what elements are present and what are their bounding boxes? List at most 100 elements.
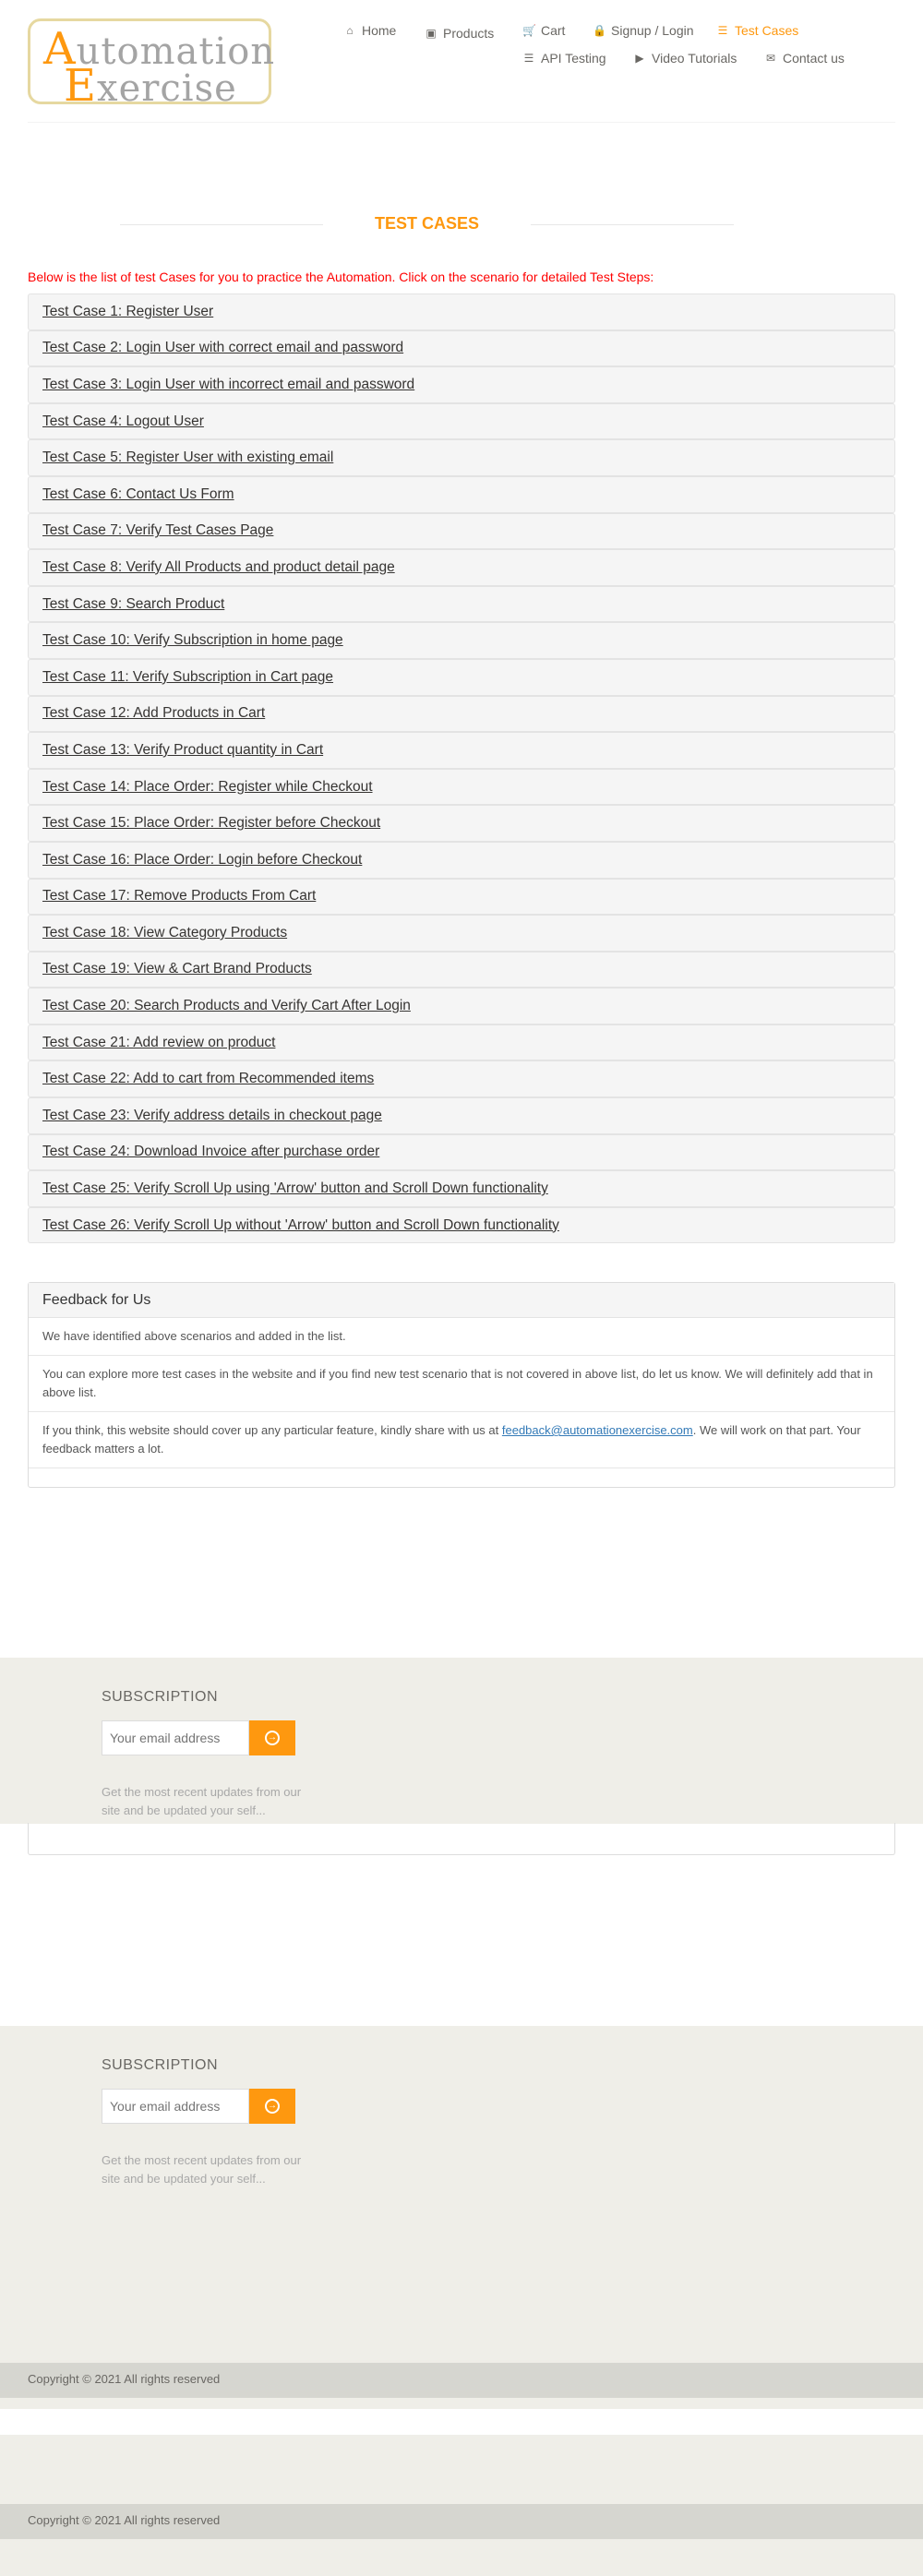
- test-case-item[interactable]: Test Case 26: Verify Scroll Up without '…: [28, 1206, 895, 1244]
- test-case-link[interactable]: Test Case 6: Contact Us Form: [42, 486, 234, 503]
- copyright-bar: Copyright © 2021 All rights reserved: [0, 2363, 923, 2398]
- test-case-link[interactable]: Test Case 13: Verify Product quantity in…: [42, 742, 323, 759]
- nav-video-tutorials[interactable]: ▶ Video Tutorials: [633, 51, 737, 66]
- list-icon: ☰: [523, 52, 534, 65]
- nav-cart[interactable]: 🛒 Cart: [522, 23, 565, 38]
- test-case-item[interactable]: Test Case 20: Search Products and Verify…: [28, 988, 895, 1024]
- test-case-item[interactable]: Test Case 13: Verify Product quantity in…: [28, 732, 895, 769]
- test-case-item[interactable]: Test Case 15: Place Order: Register befo…: [28, 805, 895, 842]
- feedback-email-link[interactable]: feedback@automationexercise.com: [502, 1423, 693, 1437]
- test-case-link[interactable]: Test Case 26: Verify Scroll Up without '…: [42, 1217, 559, 1234]
- test-case-link[interactable]: Test Case 4: Logout User: [42, 413, 204, 430]
- nav-api-testing-label: API Testing: [541, 51, 606, 66]
- copyright-text: Copyright © 2021 All rights reserved: [28, 2513, 221, 2527]
- test-case-link[interactable]: Test Case 24: Download Invoice after pur…: [42, 1144, 379, 1160]
- nav-video-tutorials-label: Video Tutorials: [652, 51, 737, 66]
- nav-api-testing[interactable]: ☰ API Testing: [522, 51, 606, 66]
- footer-widget-2: SUBSCRIPTION → Get the most recent updat…: [0, 2026, 923, 2363]
- test-case-item[interactable]: Test Case 12: Add Products in Cart: [28, 695, 895, 733]
- test-case-item[interactable]: Test Case 17: Remove Products From Cart: [28, 878, 895, 916]
- test-case-item[interactable]: Test Case 8: Verify All Products and pro…: [28, 549, 895, 586]
- test-case-item[interactable]: Test Case 10: Verify Subscription in hom…: [28, 622, 895, 659]
- test-case-item[interactable]: Test Case 25: Verify Scroll Up using 'Ar…: [28, 1170, 895, 1207]
- subscribe-button[interactable]: →: [249, 1720, 295, 1755]
- home-icon: ⌂: [346, 24, 354, 37]
- envelope-icon: ✉: [765, 52, 776, 65]
- test-case-item[interactable]: Test Case 23: Verify address details in …: [28, 1097, 895, 1134]
- test-case-item[interactable]: Test Case 2: Login User with correct ema…: [28, 329, 895, 367]
- test-case-link[interactable]: Test Case 18: View Category Products: [42, 925, 287, 941]
- test-case-link[interactable]: Test Case 22: Add to cart from Recommend…: [42, 1071, 374, 1087]
- nav-home-label: Home: [362, 23, 397, 38]
- test-case-item[interactable]: Test Case 18: View Category Products: [28, 915, 895, 952]
- test-case-item[interactable]: Test Case 24: Download Invoice after pur…: [28, 1133, 895, 1171]
- lock-icon: 🔒: [593, 24, 606, 37]
- test-case-item[interactable]: Test Case 7: Verify Test Cases Page: [28, 512, 895, 550]
- test-case-link[interactable]: Test Case 8: Verify All Products and pro…: [42, 559, 395, 576]
- test-case-link[interactable]: Test Case 25: Verify Scroll Up using 'Ar…: [42, 1180, 548, 1197]
- nav-contact-us[interactable]: ✉ Contact us: [764, 51, 845, 66]
- feedback-item: We have identified above scenarios and a…: [29, 1318, 894, 1356]
- test-case-item[interactable]: Test Case 1: Register User: [28, 294, 895, 330]
- copyright-bar: Copyright © 2021 All rights reserved: [0, 2504, 923, 2539]
- nav-signup-login[interactable]: 🔒 Signup / Login: [593, 23, 694, 38]
- test-case-link[interactable]: Test Case 21: Add review on product: [42, 1035, 275, 1051]
- subscription-email-input[interactable]: [102, 1720, 249, 1755]
- test-case-link[interactable]: Test Case 1: Register User: [42, 304, 213, 320]
- test-case-link[interactable]: Test Case 7: Verify Test Cases Page: [42, 522, 273, 539]
- subscription-title: SUBSCRIPTION: [102, 1689, 219, 1705]
- nav-test-cases[interactable]: ☰ Test Cases: [716, 23, 799, 38]
- test-case-item[interactable]: Test Case 16: Place Order: Login before …: [28, 841, 895, 879]
- feedback-item: You can explore more test cases in the w…: [29, 1356, 894, 1412]
- test-case-link[interactable]: Test Case 19: View & Cart Brand Products: [42, 961, 312, 977]
- feedback-panel: Feedback for Us We have identified above…: [28, 1282, 895, 1488]
- arrow-circle-right-icon: →: [265, 1731, 280, 1745]
- subscription-description: Get the most recent updates from our sit…: [102, 1785, 302, 1817]
- ghost-panel-bottom: [28, 1823, 895, 1855]
- list-icon: ☰: [717, 24, 728, 37]
- test-case-item[interactable]: Test Case 9: Search Product: [28, 585, 895, 623]
- test-case-item[interactable]: Test Case 3: Login User with incorrect e…: [28, 366, 895, 403]
- test-case-link[interactable]: Test Case 3: Login User with incorrect e…: [42, 377, 414, 393]
- test-case-item[interactable]: Test Case 11: Verify Subscription in Car…: [28, 658, 895, 696]
- logo-line-2: Exercise: [64, 60, 237, 112]
- test-case-link[interactable]: Test Case 16: Place Order: Login before …: [42, 852, 362, 869]
- test-case-item[interactable]: Test Case 22: Add to cart from Recommend…: [28, 1060, 895, 1098]
- test-case-item[interactable]: Test Case 19: View & Cart Brand Products: [28, 951, 895, 988]
- test-case-link[interactable]: Test Case 20: Search Products and Verify…: [42, 998, 411, 1014]
- test-case-link[interactable]: Test Case 9: Search Product: [42, 596, 224, 613]
- test-case-link[interactable]: Test Case 23: Verify address details in …: [42, 1108, 382, 1124]
- nav-products-label: Products: [443, 26, 495, 41]
- feedback-item: If you think, this website should cover …: [29, 1412, 894, 1468]
- intro-text: Below is the list of test Cases for you …: [28, 270, 654, 284]
- feedback-text: If you think, this website should cover …: [42, 1423, 502, 1437]
- nav-products[interactable]: ▣ Products: [425, 26, 494, 41]
- test-case-link[interactable]: Test Case 2: Login User with correct ema…: [42, 340, 403, 356]
- test-case-link[interactable]: Test Case 17: Remove Products From Cart: [42, 888, 316, 905]
- footer-widget-1: SUBSCRIPTION → Get the most recent updat…: [0, 1658, 923, 1824]
- subscribe-button[interactable]: →: [249, 2089, 295, 2124]
- nav-home[interactable]: ⌂ Home: [343, 23, 396, 38]
- test-case-item[interactable]: Test Case 5: Register User with existing…: [28, 439, 895, 476]
- youtube-icon: ▶: [635, 52, 644, 65]
- test-case-item[interactable]: Test Case 4: Logout User: [28, 402, 895, 440]
- nav-cart-label: Cart: [541, 23, 566, 38]
- test-case-item[interactable]: Test Case 21: Add review on product: [28, 1024, 895, 1061]
- footer-strip: [0, 2539, 923, 2576]
- products-icon: ▣: [426, 27, 437, 40]
- copyright-text: Copyright © 2021 All rights reserved: [28, 2372, 221, 2386]
- test-case-link[interactable]: Test Case 12: Add Products in Cart: [42, 705, 265, 722]
- test-case-item[interactable]: Test Case 6: Contact Us Form: [28, 475, 895, 513]
- header-divider: [28, 122, 895, 123]
- nav-contact-us-label: Contact us: [783, 51, 845, 66]
- test-case-link[interactable]: Test Case 15: Place Order: Register befo…: [42, 815, 380, 832]
- test-case-link[interactable]: Test Case 10: Verify Subscription in hom…: [42, 632, 343, 649]
- test-case-link[interactable]: Test Case 11: Verify Subscription in Car…: [42, 669, 333, 686]
- subscription-email-input[interactable]: [102, 2089, 249, 2124]
- cart-icon: 🛒: [522, 24, 536, 37]
- test-case-link[interactable]: Test Case 14: Place Order: Register whil…: [42, 779, 373, 796]
- test-case-link[interactable]: Test Case 5: Register User with existing…: [42, 449, 333, 466]
- site-header: Automation Exercise ⌂ Home ▣ Products 🛒 …: [0, 0, 923, 125]
- test-case-item[interactable]: Test Case 14: Place Order: Register whil…: [28, 768, 895, 806]
- site-logo[interactable]: Automation Exercise: [28, 18, 274, 112]
